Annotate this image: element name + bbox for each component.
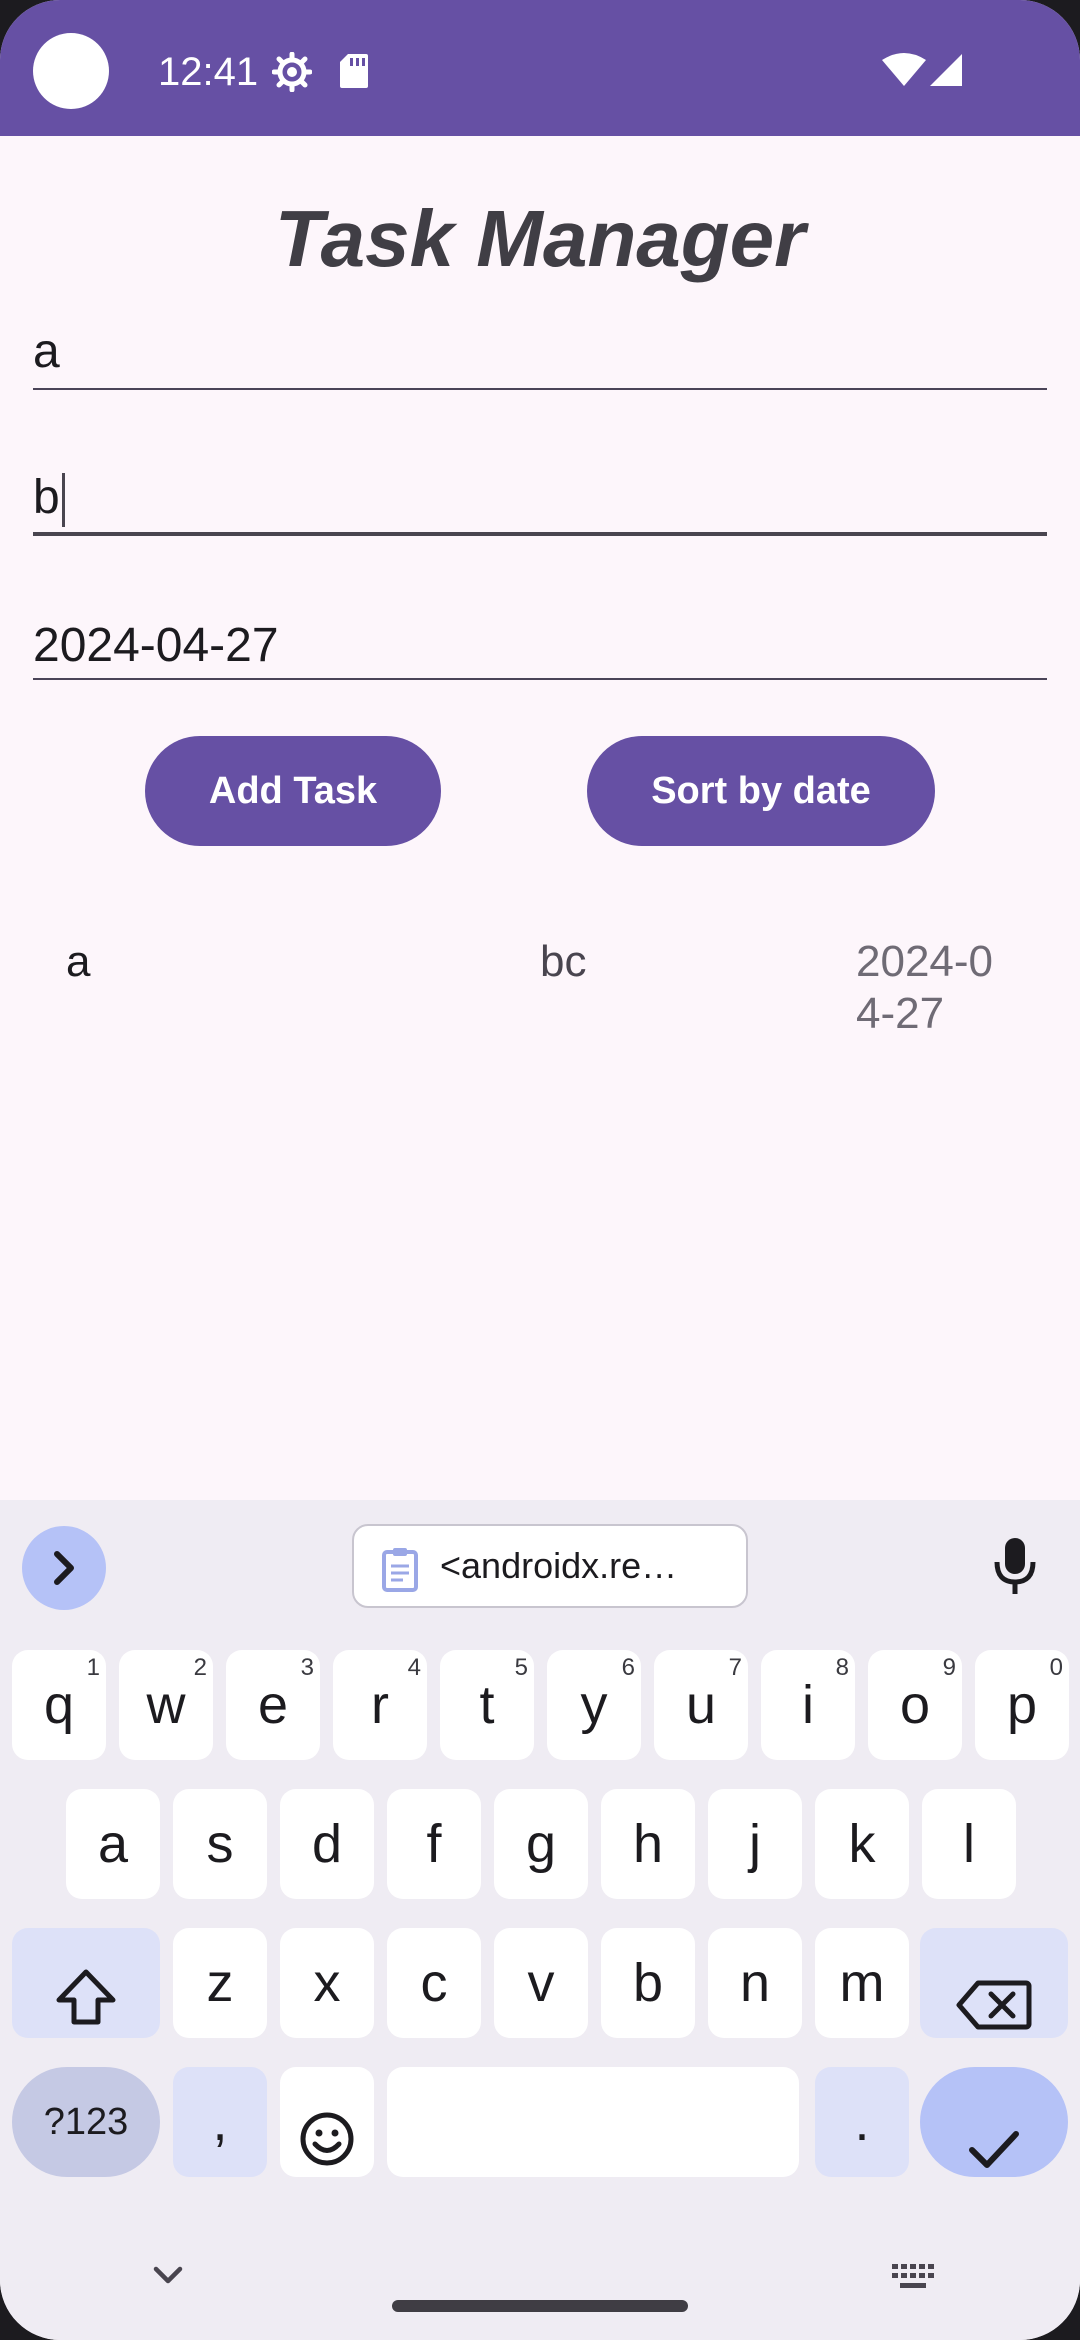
task-description-value: b — [33, 471, 60, 524]
hide-keyboard-chevron-icon[interactable] — [150, 2262, 186, 2293]
key-e[interactable]: e3 — [226, 1650, 320, 1760]
mic-icon[interactable] — [990, 1536, 1040, 1603]
shift-key[interactable] — [12, 1928, 160, 2038]
status-bar: 12:41 — [0, 0, 1080, 136]
period-key[interactable]: . — [815, 2067, 909, 2177]
status-time: 12:41 — [158, 50, 259, 94]
key-l[interactable]: l — [922, 1789, 1016, 1899]
key-v[interactable]: v — [494, 1928, 588, 2038]
enter-key[interactable] — [920, 2067, 1068, 2177]
key-y[interactable]: y6 — [547, 1650, 641, 1760]
backspace-key[interactable] — [920, 1928, 1068, 2038]
task-name-value: a — [33, 325, 60, 378]
key-n[interactable]: n — [708, 1928, 802, 2038]
key-m[interactable]: m — [815, 1928, 909, 2038]
clipboard-suggestion-chip[interactable]: <androidx.re… — [352, 1524, 748, 1608]
key-t[interactable]: t5 — [440, 1650, 534, 1760]
key-o[interactable]: o9 — [868, 1650, 962, 1760]
text-cursor — [61, 473, 65, 528]
task-name-cell: a — [66, 937, 91, 986]
phone-screen: 12:41 Task Manager a b 2024-04-27 Add Ta… — [0, 0, 1080, 2340]
key-z[interactable]: z — [173, 1928, 267, 2038]
key-c[interactable]: c — [387, 1928, 481, 2038]
key-j[interactable]: j — [708, 1789, 802, 1899]
settings-gear-icon — [271, 51, 313, 97]
key-p[interactable]: p0 — [975, 1650, 1069, 1760]
key-w[interactable]: w2 — [119, 1650, 213, 1760]
key-h[interactable]: h — [601, 1789, 695, 1899]
wifi-icon — [880, 52, 928, 93]
key-b[interactable]: b — [601, 1928, 695, 2038]
expand-toolbar-button[interactable] — [22, 1526, 106, 1610]
key-r[interactable]: r4 — [333, 1650, 427, 1760]
key-a[interactable]: a — [66, 1789, 160, 1899]
keyboard-switch-icon[interactable] — [890, 2262, 936, 2297]
key-i[interactable]: i8 — [761, 1650, 855, 1760]
emoji-icon — [299, 2094, 355, 2204]
gesture-nav-handle[interactable] — [392, 2300, 688, 2312]
symbols-key[interactable]: ?123 — [12, 2067, 160, 2177]
clipboard-suggestion-text: <androidx.re… — [440, 1545, 678, 1586]
key-d[interactable]: d — [280, 1789, 374, 1899]
task-description-field[interactable]: b — [33, 462, 1047, 536]
camera-cutout — [33, 33, 109, 109]
clipboard-icon — [380, 1546, 420, 1597]
due-date-value: 2024-04-27 — [33, 619, 279, 672]
task-date-line1: 2024-0 — [856, 937, 994, 986]
task-date-line2: 4-27 — [856, 989, 945, 1038]
chevron-right-icon — [44, 1546, 84, 1595]
checkmark-icon — [966, 2099, 1022, 2209]
soft-keyboard: <androidx.re… q1 w2 e3 r4 t5 y6 u7 i8 o9… — [0, 1500, 1080, 2340]
key-k[interactable]: k — [815, 1789, 909, 1899]
task-list-item[interactable]: a bc 2024-0 4-27 — [0, 930, 1080, 1050]
task-description-cell: bc — [540, 937, 587, 986]
key-x[interactable]: x — [280, 1928, 374, 2038]
signal-icon — [928, 52, 964, 93]
space-key[interactable] — [387, 2067, 799, 2177]
shift-arrow-icon — [54, 1954, 118, 2064]
comma-key[interactable]: , — [173, 2067, 267, 2177]
key-q[interactable]: q1 — [12, 1650, 106, 1760]
key-s[interactable]: s — [173, 1789, 267, 1899]
sd-card-icon — [338, 52, 370, 95]
due-date-field[interactable]: 2024-04-27 — [33, 608, 1047, 680]
add-task-button[interactable]: Add Task — [145, 736, 441, 846]
emoji-key[interactable] — [280, 2067, 374, 2177]
task-name-field[interactable]: a — [33, 318, 1047, 390]
page-title: Task Manager — [274, 194, 806, 283]
key-g[interactable]: g — [494, 1789, 588, 1899]
backspace-icon — [956, 1958, 1032, 2068]
key-u[interactable]: u7 — [654, 1650, 748, 1760]
key-f[interactable]: f — [387, 1789, 481, 1899]
sort-by-date-button[interactable]: Sort by date — [587, 736, 935, 846]
